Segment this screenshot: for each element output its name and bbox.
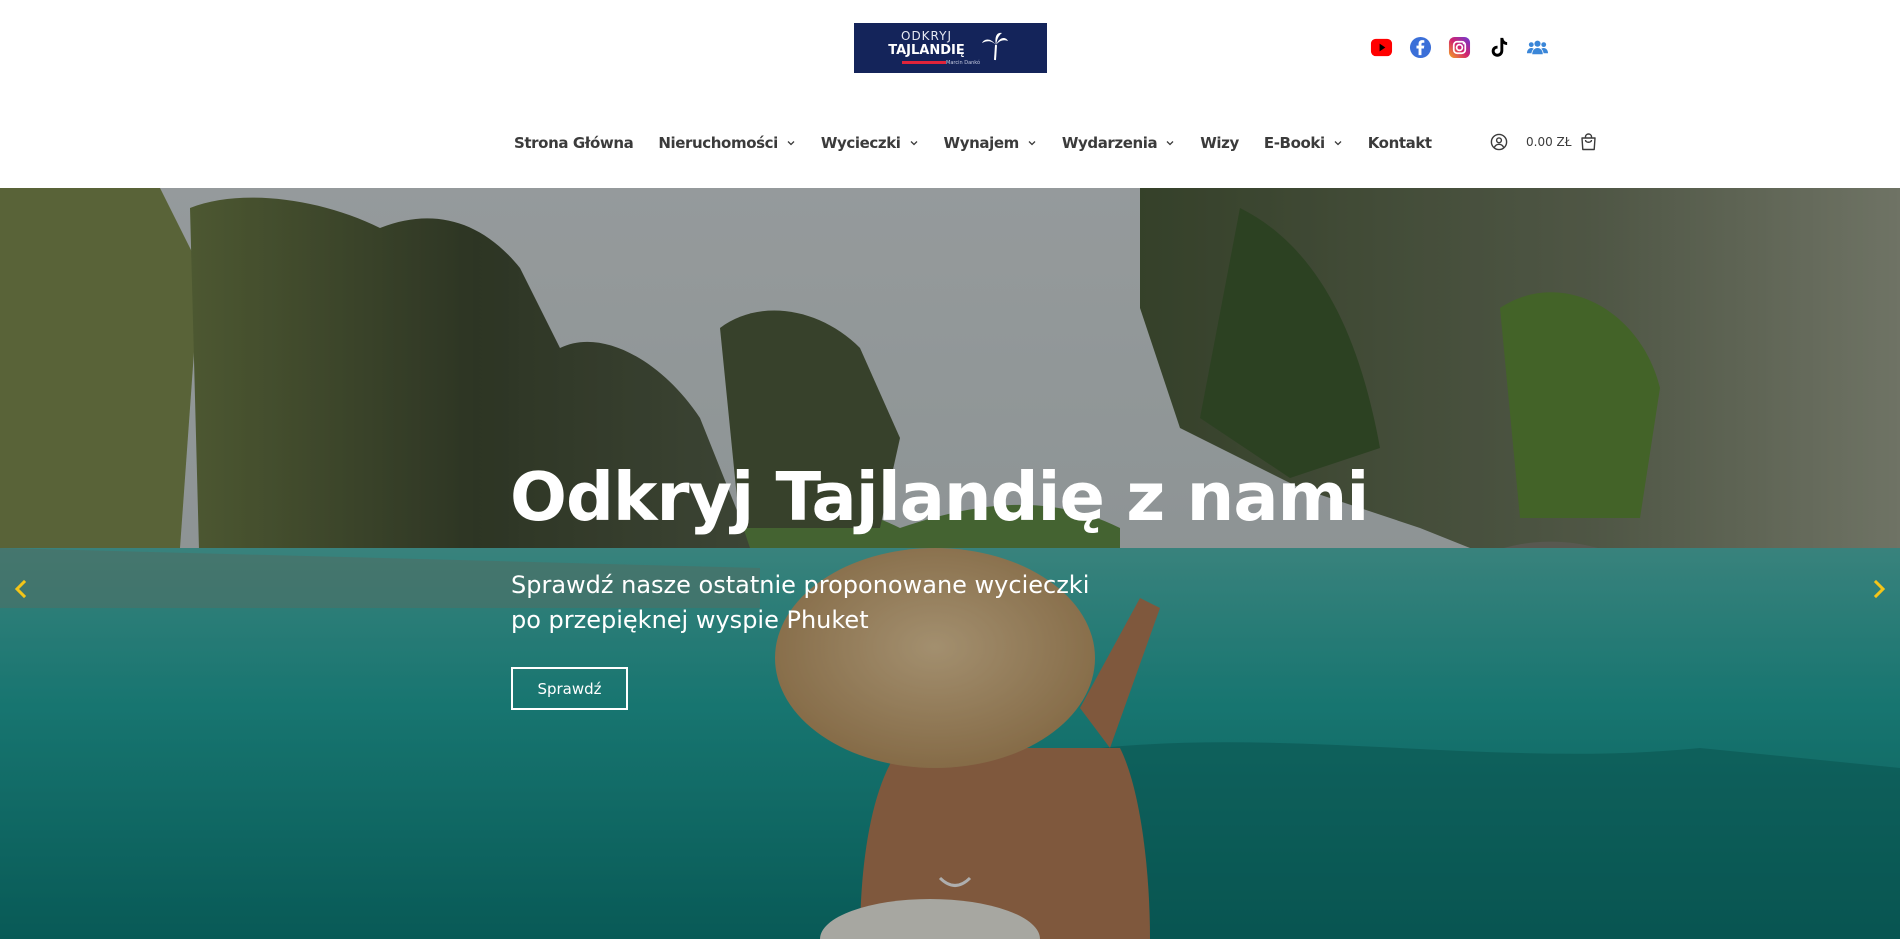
nav-item-label: Wynajem bbox=[943, 134, 1020, 152]
nav-item-label: Wydarzenia bbox=[1061, 134, 1158, 152]
nav-item-label: Wycieczki bbox=[820, 134, 901, 152]
site-header: ODKRYJ TAJLANDIĘ Marcin Dankó Strona Głó… bbox=[0, 0, 1900, 188]
chevron-down-icon bbox=[910, 141, 918, 146]
chevron-down-icon bbox=[787, 141, 795, 146]
hero-title: Odkryj Tajlandię z nami bbox=[510, 458, 1369, 536]
nav-item-wizy[interactable]: Wizy bbox=[1200, 134, 1239, 152]
nav-item-label: Kontakt bbox=[1367, 134, 1432, 152]
hero-cta-button[interactable]: Sprawdź bbox=[511, 667, 628, 710]
hero-subtitle-line-1: Sprawdź nasze ostatnie proponowane wycie… bbox=[511, 571, 1090, 599]
logo-line-3: Marcin Dankó bbox=[946, 60, 981, 66]
chevron-down-icon bbox=[1334, 141, 1342, 146]
logo-underline bbox=[902, 61, 946, 64]
account-icon[interactable] bbox=[1490, 133, 1508, 151]
nav-item-label: Wizy bbox=[1200, 134, 1239, 152]
site-logo[interactable]: ODKRYJ TAJLANDIĘ Marcin Dankó bbox=[854, 23, 1047, 73]
cart-total: 0.00 ZŁ bbox=[1526, 135, 1572, 149]
nav-item-label: Nieruchomości bbox=[658, 134, 778, 152]
slider-prev-arrow-icon[interactable] bbox=[10, 578, 32, 600]
hero-overlay bbox=[0, 188, 1900, 939]
instagram-icon[interactable] bbox=[1448, 36, 1471, 59]
social-links bbox=[1370, 36, 1549, 59]
nav-item-wynajem[interactable]: Wynajem bbox=[944, 134, 1037, 152]
hero-slider: Odkryj Tajlandię z nami Sprawdź nasze os… bbox=[0, 188, 1900, 939]
hero-subtitle: Sprawdź nasze ostatnie proponowane wycie… bbox=[511, 568, 1211, 638]
nav-item-nieruchomosci[interactable]: Nieruchomości bbox=[658, 134, 796, 152]
hero-subtitle-line-2: po przepięknej wyspie Phuket bbox=[511, 606, 869, 634]
group-icon[interactable] bbox=[1526, 36, 1549, 59]
nav-item-e-booki[interactable]: E-Booki bbox=[1264, 134, 1343, 152]
palm-tree-icon bbox=[982, 32, 1008, 61]
nav-item-wycieczki[interactable]: Wycieczki bbox=[821, 134, 919, 152]
cart-button[interactable]: 0.00 ZŁ bbox=[1526, 133, 1597, 151]
nav-item-wydarzenia[interactable]: Wydarzenia bbox=[1062, 134, 1175, 152]
main-navigation: Strona Główna Nieruchomości Wycieczki Wy… bbox=[514, 132, 1457, 154]
slider-next-arrow-icon[interactable] bbox=[1868, 578, 1890, 600]
facebook-icon[interactable] bbox=[1409, 36, 1432, 59]
youtube-icon[interactable] bbox=[1370, 36, 1393, 59]
nav-item-strona-glowna[interactable]: Strona Główna bbox=[514, 134, 634, 152]
tiktok-icon[interactable] bbox=[1487, 36, 1510, 59]
nav-item-label: Strona Główna bbox=[514, 134, 634, 152]
logo-line-2: TAJLANDIĘ bbox=[888, 43, 965, 58]
chevron-down-icon bbox=[1166, 141, 1174, 146]
nav-item-kontakt[interactable]: Kontakt bbox=[1368, 134, 1432, 152]
shopping-bag-icon bbox=[1580, 133, 1596, 151]
nav-item-label: E-Booki bbox=[1263, 134, 1325, 152]
logo-line-1: ODKRYJ bbox=[901, 29, 952, 43]
chevron-down-icon bbox=[1028, 141, 1036, 146]
